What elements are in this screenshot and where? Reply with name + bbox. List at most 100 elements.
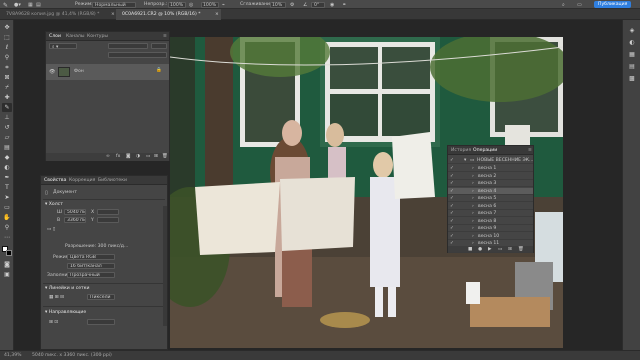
background-color-swatch[interactable] [6,250,12,256]
action-item-selected[interactable]: ✓ › весна 4 [448,187,533,195]
chevron-right-icon[interactable]: › [472,196,474,201]
action-item[interactable]: ✓ › весна 9 [448,225,533,233]
new-group-icon[interactable]: ▭ [146,154,150,159]
lock-icon[interactable]: 🔒 [156,68,162,73]
action-item[interactable]: ✓ › весна 10 [448,233,533,240]
pen-tool-icon[interactable]: ✒ [2,173,12,182]
chevron-right-icon[interactable]: › [100,353,102,358]
expand-icon[interactable]: ▾ [464,158,466,163]
patterns-icon[interactable]: ▩ [627,74,637,83]
action-item[interactable]: ✓ › весна 1 [448,165,533,173]
brush-settings-icon[interactable]: ▦ [28,2,33,8]
action-item[interactable]: ✓ › весна 7 [448,210,533,218]
add-mask-icon[interactable]: ◙ [126,154,130,159]
action-item[interactable]: ✓ › весна 5 [448,195,533,203]
width-field[interactable]: 5040 пикс. [64,209,86,215]
swatches-icon[interactable]: ▦ [627,50,637,59]
action-item[interactable]: ✓ › весна 6 [448,203,533,210]
units-select[interactable]: Пиксели [87,294,115,300]
mode-select[interactable]: Нормальный [92,1,136,8]
action-item[interactable]: ✓ › весна 2 [448,173,533,180]
trash-icon[interactable]: 🗑 [518,247,524,252]
check-icon[interactable]: ✓ [450,211,454,216]
check-icon[interactable]: ✓ [450,196,454,201]
blur-tool-icon[interactable]: ◆ [2,153,12,162]
chevron-right-icon[interactable]: › [472,181,474,186]
canvas-section-title[interactable]: ▾ Холст [45,202,63,207]
new-set-icon[interactable]: ▭ [498,247,502,252]
chevron-right-icon[interactable]: › [472,166,474,171]
pressure-size-icon[interactable]: ◉ [330,2,334,8]
lasso-tool-icon[interactable]: ℓ [2,43,12,52]
chevron-right-icon[interactable]: › [472,204,474,209]
doc-tab-2[interactable]: 0C0A6921.CR2 @ 10% (RGB/16) * [116,9,221,20]
tab-history[interactable]: История [451,148,471,153]
chevron-right-icon[interactable]: › [472,219,474,224]
check-icon[interactable]: ✓ [450,174,454,179]
doc-tab-1[interactable]: 7V8A9628 копия.jpg @ 41,4% (RGB/8) * [0,9,115,20]
frame-tool-icon[interactable]: ⊠ [2,73,12,82]
tab-properties[interactable]: Свойства [44,178,66,183]
chevron-right-icon[interactable]: › [472,226,474,231]
quick-select-icon[interactable]: ⚲ [2,53,12,62]
panel-menu-icon[interactable]: ≡ [528,148,532,153]
bit-depth-select[interactable]: 16 бит/канал [67,263,115,269]
new-action-icon[interactable]: ⊞ [508,247,512,252]
zoom-level[interactable]: 41,39% [4,353,22,358]
hand-tool-icon[interactable]: ✋ [2,213,12,222]
check-icon[interactable]: ✓ [450,158,454,163]
check-icon[interactable]: ✓ [450,166,454,171]
opacity-field[interactable]: 100% [168,1,186,8]
brush-preset-icon[interactable]: ●▾ [14,2,21,8]
link-layers-icon[interactable]: ∞ [106,154,110,159]
marquee-tool-icon[interactable]: ⬚ [2,33,12,42]
guides-select[interactable] [87,319,115,325]
eraser-icon[interactable]: ▱ [2,133,12,142]
adjustment-layer-icon[interactable]: ◑ [136,154,140,159]
dodge-tool-icon[interactable]: ◐ [2,163,12,172]
color-icon[interactable]: ◐ [627,38,637,47]
height-field[interactable]: 3360 пикс. [64,217,86,223]
play-icon[interactable]: ▶ [488,247,492,252]
panel-menu-icon[interactable]: ≡ [163,34,167,39]
fill-select[interactable]: Прозрачный [67,272,115,278]
rectangle-tool-icon[interactable]: ▭ [2,203,12,212]
brush-tool-icon[interactable]: ✎ [3,2,8,9]
tab-actions[interactable]: Операции [473,148,497,153]
tab-libraries[interactable]: Библиотеки [98,178,127,183]
more-tools-icon[interactable]: ⋯ [2,233,12,242]
smoothing-field[interactable]: 10% [270,1,286,8]
y-field[interactable] [97,217,119,223]
close-icon[interactable]: × [111,12,115,17]
tab-paths[interactable]: Контуры [87,34,108,39]
tab-channels[interactable]: Каналы [66,34,84,39]
path-select-icon[interactable]: ➤ [2,193,12,202]
chevron-right-icon[interactable]: › [472,189,474,194]
move-tool-icon[interactable]: ✥ [2,23,12,32]
guides-section-title[interactable]: ▾ Направляющие [45,310,86,315]
check-icon[interactable]: ✓ [450,234,454,239]
history-brush-icon[interactable]: ↺ [2,123,12,132]
share-button[interactable]: Публикация [594,1,632,8]
chevron-right-icon[interactable]: › [472,174,474,179]
zoom-tool-icon[interactable]: ⚲ [2,223,12,232]
gradients-icon[interactable]: ▤ [627,62,637,71]
healing-brush-icon[interactable]: ✚ [2,93,12,102]
orientation-icon[interactable]: ▭ ▯ [47,227,55,232]
action-item[interactable]: ✓ › весна 3 [448,180,533,188]
tab-layers[interactable]: Слои [49,34,61,39]
check-icon[interactable]: ✓ [450,219,454,224]
chevron-right-icon[interactable]: › [472,211,474,216]
type-tool-icon[interactable]: T [2,183,12,192]
check-icon[interactable]: ✓ [450,204,454,209]
symmetry-icon[interactable]: ⚭ [342,2,346,8]
layer-row[interactable]: 👁 Фон 🔒 [46,64,169,80]
tab-adjustments[interactable]: Коррекция [69,178,95,183]
flow-field[interactable]: 100% [201,1,219,8]
fx-icon[interactable]: fx [116,154,120,159]
check-icon[interactable]: ✓ [450,181,454,186]
layer-filter-select[interactable]: ⌕ ▾ [49,43,77,49]
check-icon[interactable]: ✓ [450,189,454,194]
scrollbar[interactable] [163,206,167,326]
screen-mode-icon[interactable]: ▣ [2,270,12,279]
